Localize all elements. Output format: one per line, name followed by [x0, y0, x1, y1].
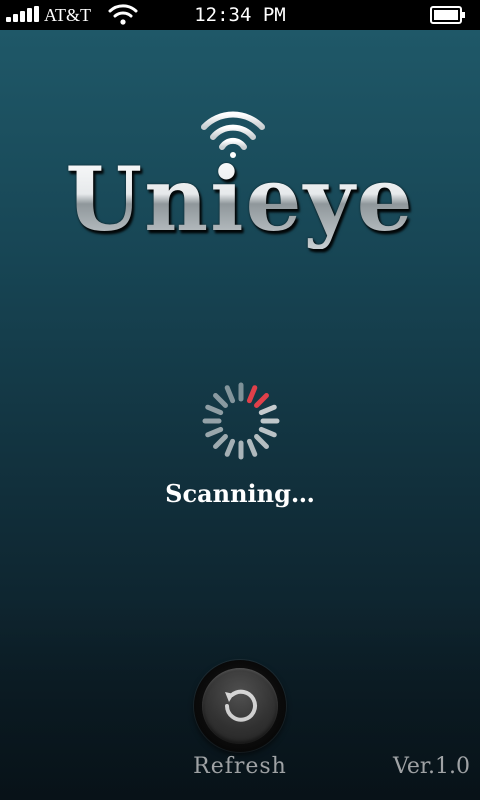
status-bar: AT&T 12:34 PM: [0, 0, 480, 30]
spinner-spoke: [205, 404, 224, 416]
spinner-spoke: [246, 438, 258, 457]
refresh-icon: [225, 689, 257, 722]
signal-bars-icon: [6, 6, 40, 22]
version-label: Ver.1.0: [393, 754, 470, 779]
logo-text: Unieye: [0, 149, 480, 249]
spinner-spoke: [246, 385, 258, 404]
refresh-label: Refresh: [193, 754, 287, 779]
spinner-spoke: [258, 404, 277, 416]
spinner-spoke: [205, 426, 224, 438]
spinner-spoke: [213, 393, 228, 408]
spinner-spoke: [224, 438, 236, 457]
spinner-spoke: [224, 385, 236, 404]
wifi-icon: [108, 4, 138, 25]
carrier-name: AT&T: [44, 5, 91, 25]
spinner-spoke: [213, 434, 228, 449]
app-logo: Unieye: [0, 105, 480, 255]
refresh-button[interactable]: [194, 660, 286, 752]
spinner-spoke: [258, 426, 277, 438]
battery-full-icon: [430, 6, 465, 24]
spinner-spoke: [254, 434, 269, 449]
scanning-status-text: Scanning…: [165, 479, 315, 508]
spinner-spoke: [254, 393, 269, 408]
loading-spinner-icon: [202, 382, 280, 460]
app-screen: AT&T 12:34 PM Unieye Scanning… Refresh V…: [0, 0, 480, 800]
main-panel: Unieye Scanning… Refresh Ver.1.0: [0, 30, 480, 800]
